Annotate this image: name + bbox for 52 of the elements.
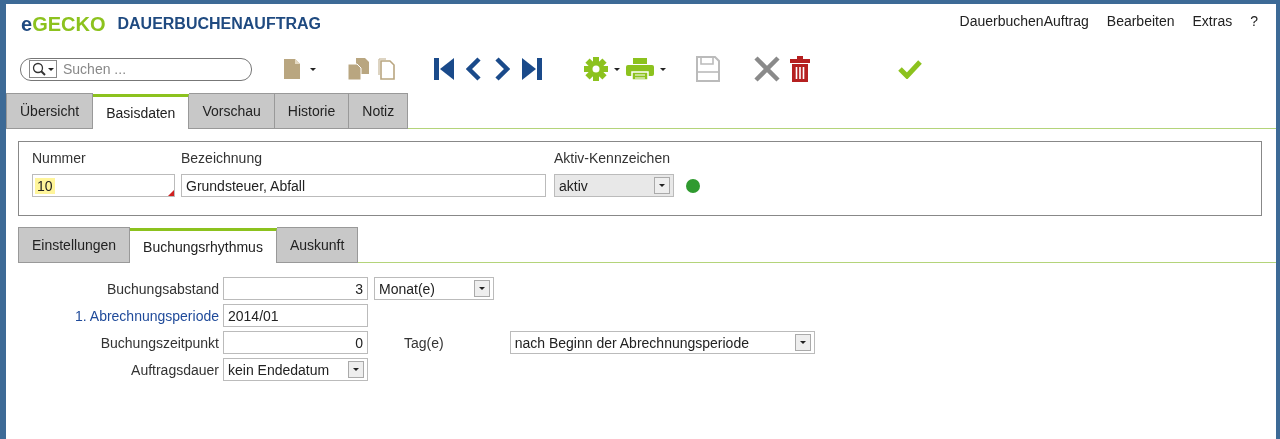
tab[interactable]: Vorschau xyxy=(189,93,275,129)
caret-icon xyxy=(353,368,359,371)
caret-icon xyxy=(659,184,665,187)
caret-icon[interactable] xyxy=(310,67,316,71)
caret-icon[interactable] xyxy=(614,67,620,71)
close-icon[interactable] xyxy=(754,56,780,82)
field-label: Buchungszeitpunkt xyxy=(99,334,219,351)
search-icon xyxy=(32,62,46,76)
tab[interactable]: Notiz xyxy=(349,93,409,129)
caret-icon xyxy=(48,67,54,71)
next-icon[interactable] xyxy=(494,57,510,81)
previous-icon[interactable] xyxy=(466,57,482,81)
caret-icon[interactable] xyxy=(660,67,666,71)
field-label: Aktiv-Kennzeichen xyxy=(554,150,671,168)
input-field[interactable]: 0 xyxy=(223,331,368,354)
trash-icon[interactable] xyxy=(790,56,810,82)
first-icon[interactable] xyxy=(434,57,454,81)
search-field[interactable]: Suchen ... xyxy=(20,57,252,81)
input-field[interactable]: 2014/01 xyxy=(223,304,368,327)
logo-prefix: e xyxy=(21,12,33,35)
menu-item[interactable]: DauerbuchenAuftrag xyxy=(959,13,1089,29)
input-field[interactable]: 3 xyxy=(223,277,368,300)
dropdown[interactable]: Monat(e) xyxy=(374,277,494,300)
tab[interactable]: Historie xyxy=(274,93,350,129)
field-label: Tag(e) xyxy=(404,334,444,351)
dropdown[interactable]: nach Beginn der Abrechnungsperiode xyxy=(509,331,815,354)
last-icon[interactable] xyxy=(522,57,542,81)
field-label: Nummer xyxy=(32,150,87,168)
checkmark-icon[interactable] xyxy=(898,59,922,79)
search-input[interactable]: Suchen ... xyxy=(63,60,223,78)
menu-item[interactable]: Bearbeiten xyxy=(1106,13,1175,29)
tab[interactable]: Übersicht xyxy=(6,93,94,129)
dropdown[interactable]: aktiv xyxy=(554,174,674,197)
logo: GECKO xyxy=(32,12,106,35)
field-label: Bezeichnung xyxy=(181,150,263,168)
required-marker xyxy=(168,190,174,196)
tab[interactable]: Buchungsrhythmus xyxy=(130,228,277,263)
caret-icon xyxy=(799,341,806,344)
search-dropdown[interactable] xyxy=(29,60,57,78)
tab[interactable]: Einstellungen xyxy=(18,227,131,263)
tab[interactable]: Auskunft xyxy=(276,227,359,263)
menu-item[interactable]: ? xyxy=(1250,13,1258,29)
field-label: Buchungsabstand xyxy=(105,280,219,297)
input-field[interactable]: Grundsteuer, Abfall xyxy=(181,174,546,197)
input-field[interactable]: 10 xyxy=(32,174,175,197)
field-label: Auftragsdauer xyxy=(130,361,219,378)
dropdown[interactable]: kein Endedatum xyxy=(223,358,368,381)
link[interactable]: 1. Abrechnungsperiode xyxy=(18,307,219,324)
page-title: DAUERBUCHENAUFTRAG xyxy=(117,15,321,33)
caret-icon xyxy=(479,287,485,290)
menu-item[interactable]: Extras xyxy=(1192,13,1233,29)
tab[interactable]: Basisdaten xyxy=(93,94,190,129)
